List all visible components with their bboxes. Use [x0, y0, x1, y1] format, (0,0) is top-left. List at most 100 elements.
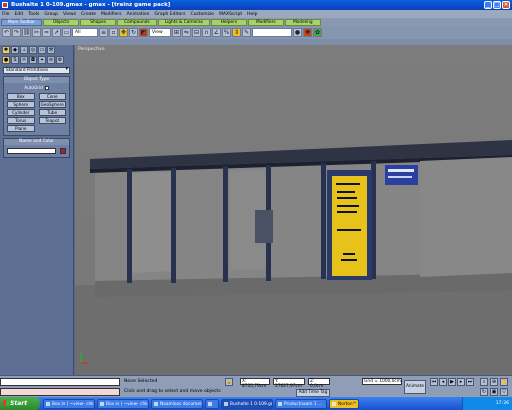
tab-modifiers[interactable]: Modifiers [247, 18, 284, 26]
taskbar-item[interactable]: Box in ( ~view- chk... [43, 398, 95, 409]
redo-icon[interactable]: ↷ [12, 28, 21, 37]
spacewarps-icon[interactable]: ≋ [47, 56, 55, 64]
shapes-icon[interactable]: S [11, 56, 19, 64]
geometry-icon[interactable]: ● [2, 56, 10, 64]
coord-system-dropdown[interactable]: View [149, 28, 171, 37]
angle-snap-icon[interactable]: ∠ [212, 28, 221, 37]
perspective-viewport[interactable]: Perspective [75, 45, 512, 375]
taskbar-item-norton[interactable]: Norton™ [329, 398, 359, 409]
spinner-snap-icon[interactable]: ⇕ [232, 28, 241, 37]
unlink-icon[interactable]: ✂ [32, 28, 41, 37]
geosphere-button[interactable]: GeoSphere [38, 101, 66, 108]
create-panel-icon[interactable]: ✱ [2, 46, 10, 54]
pivot-icon[interactable]: ⊞ [172, 28, 181, 37]
previous-frame-icon[interactable]: ◂ [439, 378, 447, 386]
menu-animation[interactable]: Animation [127, 12, 150, 17]
field-of-view-icon[interactable]: ▽ [500, 388, 508, 396]
mirror-icon[interactable]: ⇋ [182, 28, 191, 37]
selection-filter-dropdown[interactable]: All [72, 28, 98, 37]
motion-panel-icon[interactable]: ◎ [29, 46, 37, 54]
menu-tools[interactable]: Tools [28, 12, 39, 17]
plane-button[interactable]: Plane [7, 125, 35, 132]
cylinder-button[interactable]: Cylinder [7, 109, 35, 116]
bind-icon[interactable]: ≈ [42, 28, 51, 37]
autogrid-checkbox[interactable] [44, 85, 49, 90]
material-editor-icon[interactable]: ● [293, 28, 302, 37]
systems-icon[interactable]: ⚙ [56, 56, 64, 64]
maximize-button[interactable]: □ [493, 1, 501, 9]
quick-render-icon[interactable]: ✿ [313, 28, 322, 37]
menu-customize[interactable]: Customize [190, 12, 214, 17]
menu-graph-editors[interactable]: Graph Editors [155, 12, 186, 17]
zoom-icon[interactable]: ⌕ [480, 378, 488, 386]
tab-shapes[interactable]: Shapes [80, 18, 117, 26]
display-panel-icon[interactable]: ▭ [38, 46, 46, 54]
minimize-button[interactable]: _ [484, 1, 492, 9]
z-coordinate-field[interactable]: Z: 0,0cm [308, 378, 330, 389]
render-icon[interactable]: ✺ [303, 28, 312, 37]
box-button[interactable]: Box [7, 93, 35, 100]
category-dropdown[interactable]: Standard Primitives [3, 67, 70, 74]
hierarchy-panel-icon[interactable]: ⊥ [20, 46, 28, 54]
maxscript-listener-input[interactable] [0, 378, 120, 386]
start-button[interactable]: Start [0, 397, 40, 410]
torus-button[interactable]: Torus [7, 117, 35, 124]
taskbar-item-active[interactable]: Bushalte 1 0-109.gm... [221, 398, 273, 409]
play-icon[interactable]: ▶ [448, 378, 456, 386]
snap-icon[interactable]: ∩ [202, 28, 211, 37]
menu-views[interactable]: Views [63, 12, 76, 17]
tube-button[interactable]: Tube [38, 109, 66, 116]
menu-modifiers[interactable]: Modifiers [101, 12, 122, 17]
arc-rotate-icon[interactable]: ↻ [480, 388, 488, 396]
taskbar-item[interactable]: Naamloos documen... [151, 398, 203, 409]
percent-snap-icon[interactable]: % [222, 28, 231, 37]
animate-button[interactable]: Animate [404, 380, 426, 394]
close-button[interactable]: × [502, 1, 510, 9]
taskbar-item[interactable]: Box in ( ~view- chk... [97, 398, 149, 409]
lights-icon[interactable]: ☼ [20, 56, 28, 64]
select-by-name-icon[interactable]: ≡ [99, 28, 108, 37]
menu-maxscript[interactable]: MAXScript [219, 12, 242, 17]
go-to-end-icon[interactable]: ⏭ [466, 378, 474, 386]
object-name-field[interactable] [7, 148, 56, 154]
sphere-button[interactable]: Sphere [7, 101, 35, 108]
select-icon[interactable]: ➚ [52, 28, 61, 37]
move-icon[interactable]: ✥ [119, 28, 128, 37]
tab-helpers[interactable]: Helpers [210, 18, 247, 26]
tab-compounds[interactable]: Compounds [117, 18, 157, 26]
menu-file[interactable]: File [2, 12, 10, 17]
link-icon[interactable]: ⛓ [22, 28, 31, 37]
x-coordinate-field[interactable]: X: 8735,79cm [240, 378, 270, 389]
utilities-panel-icon[interactable]: ⚒ [47, 46, 55, 54]
maxscript-listener-output[interactable] [0, 388, 120, 396]
select-object-icon[interactable]: ▫ [109, 28, 118, 37]
tab-lights-cameras[interactable]: Lights & Cameras [157, 18, 210, 26]
tab-main-toolbar[interactable]: Main Toolbar [1, 18, 43, 26]
teapot-button[interactable]: Teapot [38, 117, 66, 124]
next-frame-icon[interactable]: ▸ [457, 378, 465, 386]
cameras-icon[interactable]: ◘ [29, 56, 37, 64]
scale-icon[interactable]: ◩ [139, 28, 148, 37]
object-color-swatch[interactable] [60, 148, 66, 154]
undo-icon[interactable]: ↶ [2, 28, 11, 37]
menu-create[interactable]: Create [81, 12, 96, 17]
rotate-icon[interactable]: ↻ [129, 28, 138, 37]
taskbar-item[interactable] [205, 398, 219, 409]
lock-icon[interactable]: 🔒 [225, 378, 233, 386]
named-selection-field[interactable] [252, 28, 292, 37]
zoom-all-icon[interactable]: ⊕ [490, 378, 498, 386]
menu-help[interactable]: Help [247, 12, 257, 17]
menu-edit[interactable]: Edit [15, 12, 24, 17]
maximize-viewport-icon[interactable]: ▣ [490, 388, 498, 396]
tab-modeling[interactable]: Modeling [284, 18, 321, 26]
select-region-icon[interactable]: ▭ [62, 28, 71, 37]
viewport-label[interactable]: Perspective [78, 47, 105, 52]
modify-panel-icon[interactable]: ◆ [11, 46, 19, 54]
system-tray-clock[interactable]: 17:36 [462, 397, 512, 410]
tab-objects[interactable]: Objects [43, 18, 80, 26]
y-coordinate-field[interactable]: Y: 27627,97cm [273, 378, 305, 389]
menu-group[interactable]: Group [44, 12, 58, 17]
taskbar-item[interactable]: Productnaam 1 ... [275, 398, 327, 409]
helpers-icon[interactable]: ⌖ [38, 56, 46, 64]
named-selection-icon[interactable]: ✎ [242, 28, 251, 37]
